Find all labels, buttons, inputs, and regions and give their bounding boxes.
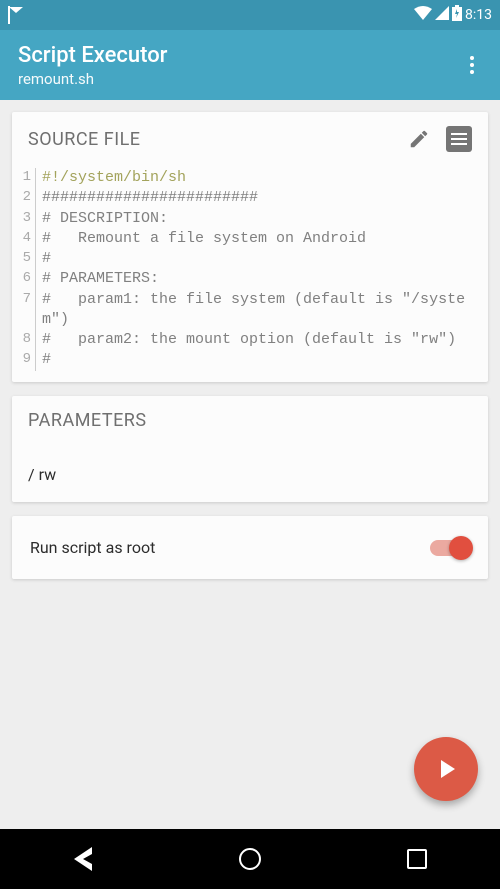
line-number: 8 xyxy=(20,330,36,350)
line-number: 6 xyxy=(20,269,36,289)
nav-back-button[interactable] xyxy=(69,845,97,873)
status-time: 8:13 xyxy=(465,7,492,23)
parameters-value[interactable]: / rw xyxy=(28,465,472,484)
gmail-icon xyxy=(8,7,10,23)
nav-home-button[interactable] xyxy=(236,845,264,873)
code-line: 7# param1: the file system (default is "… xyxy=(20,290,474,331)
line-text: # param1: the file system (default is "/… xyxy=(42,290,474,331)
navigation-bar xyxy=(0,829,500,889)
line-number: 7 xyxy=(20,290,36,331)
battery-icon xyxy=(452,5,462,25)
overflow-menu-icon[interactable] xyxy=(462,48,482,82)
run-as-root-switch[interactable] xyxy=(430,540,470,556)
line-number: 4 xyxy=(20,229,36,249)
code-line: 8 # param2: the mount option (default is … xyxy=(20,330,474,350)
line-text: #!/system/bin/sh xyxy=(42,168,474,188)
line-text: # xyxy=(42,249,474,269)
source-file-card: SOURCE FILE 1#!/system/bin/sh2##########… xyxy=(12,112,488,382)
parameters-header: PARAMETERS xyxy=(28,410,147,431)
app-bar: Script Executor remount.sh xyxy=(0,30,500,100)
line-number: 1 xyxy=(20,168,36,188)
edit-icon[interactable] xyxy=(406,126,432,152)
line-text: # DESCRIPTION: xyxy=(42,209,474,229)
run-as-root-label: Run script as root xyxy=(30,538,155,557)
app-subtitle: remount.sh xyxy=(18,70,167,88)
line-number: 3 xyxy=(20,209,36,229)
source-file-header: SOURCE FILE xyxy=(28,129,141,150)
run-fab[interactable] xyxy=(414,737,478,801)
wifi-icon xyxy=(414,6,432,24)
code-block[interactable]: 1#!/system/bin/sh2######################… xyxy=(12,162,488,382)
line-number: 5 xyxy=(20,249,36,269)
nav-recent-button[interactable] xyxy=(403,845,431,873)
code-line: 4 # Remount a file system on Android xyxy=(20,229,474,249)
parameters-card: PARAMETERS / rw xyxy=(12,396,488,502)
code-line: 2 ######################## xyxy=(20,188,474,208)
app-title: Script Executor xyxy=(18,43,167,68)
line-text: ######################## xyxy=(42,188,474,208)
code-line: 6 # PARAMETERS: xyxy=(20,269,474,289)
status-bar: 8:13 xyxy=(0,0,500,30)
code-line: 3 # DESCRIPTION: xyxy=(20,209,474,229)
line-text: # xyxy=(42,350,474,370)
code-line: 9# xyxy=(20,350,474,370)
line-text: # param2: the mount option (default is "… xyxy=(42,330,474,350)
line-number: 2 xyxy=(20,188,36,208)
code-line: 5# xyxy=(20,249,474,269)
line-number: 9 xyxy=(20,350,36,370)
line-text: # Remount a file system on Android xyxy=(42,229,474,249)
line-text: # PARAMETERS: xyxy=(42,269,474,289)
run-as-root-card: Run script as root xyxy=(12,516,488,579)
code-line: 1 #!/system/bin/sh xyxy=(20,168,474,188)
play-icon xyxy=(441,760,455,778)
list-icon[interactable] xyxy=(446,126,472,152)
signal-icon xyxy=(435,6,449,24)
